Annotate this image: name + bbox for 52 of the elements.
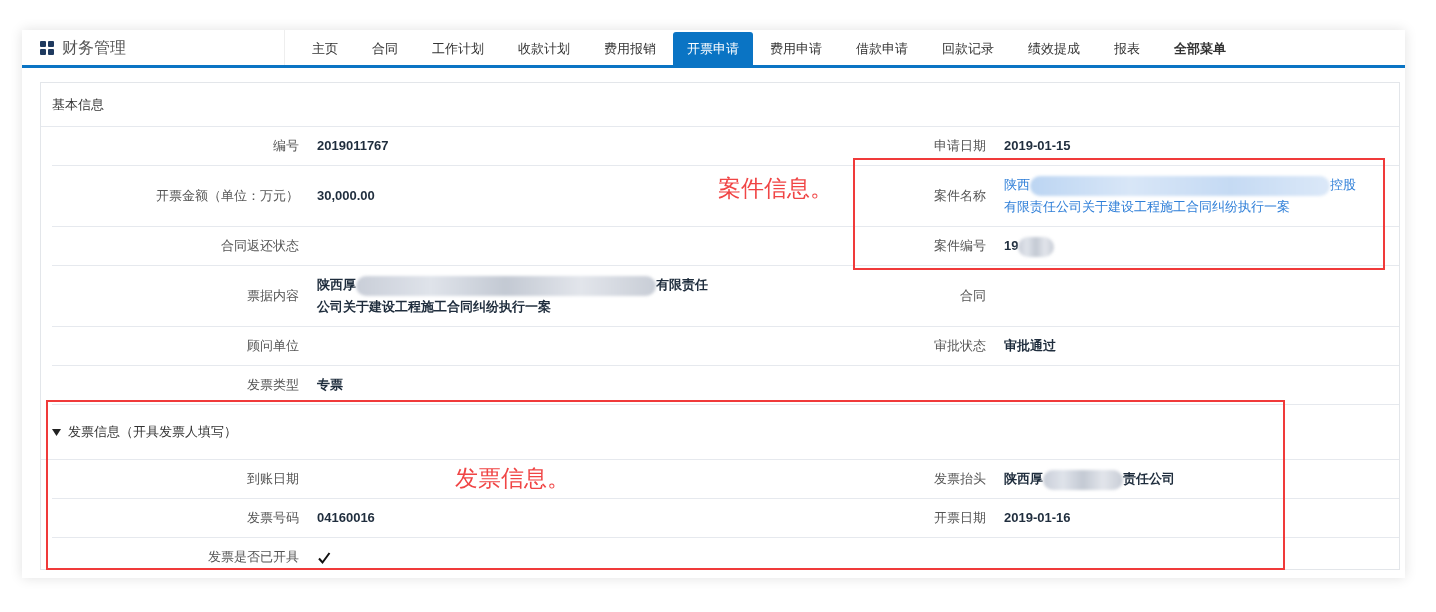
- field-label: 合同返还状态: [221, 238, 299, 254]
- field-label: 案件编号: [934, 238, 986, 254]
- field-value: 04160016: [317, 510, 375, 525]
- case-link[interactable]: 有限责任公司关于建设工程施工合同纠纷执行一案: [1004, 199, 1290, 214]
- nav-tab[interactable]: 费用报销: [587, 32, 673, 65]
- nav-tab[interactable]: 回款记录: [925, 32, 1011, 65]
- section-title: 基本信息: [52, 95, 104, 114]
- field-value: 2019011767: [317, 138, 389, 153]
- case-link[interactable]: 控股: [1330, 177, 1356, 192]
- field-label: 票据内容: [247, 288, 299, 304]
- field-label: 发票号码: [247, 510, 299, 526]
- case-link[interactable]: 陕西: [1004, 177, 1030, 192]
- menu-button[interactable]: 全部菜单: [1157, 32, 1243, 65]
- field-label: 顾问单位: [247, 338, 299, 354]
- field-value: 陕西厚: [317, 277, 356, 292]
- field-value: 30,000.00: [317, 188, 375, 203]
- nav-tab[interactable]: 工作计划: [415, 32, 501, 65]
- nav-tab[interactable]: 主页: [295, 32, 355, 65]
- field-value: 专票: [317, 377, 343, 392]
- field-value: 陕西厚: [1004, 471, 1043, 486]
- nav-tab[interactable]: 收款计划: [501, 32, 587, 65]
- field-label: 申请日期: [934, 138, 986, 154]
- field-value: 19: [1004, 238, 1019, 253]
- field-label: 开票日期: [934, 510, 986, 526]
- annotation-label: 发票信息。: [455, 465, 570, 493]
- field-value: 2019-01-16: [1004, 510, 1071, 525]
- field-value: 责任公司: [1123, 471, 1175, 486]
- field-label: 案件名称: [934, 188, 986, 204]
- field-value: 审批通过: [1004, 338, 1056, 353]
- annotation-label: 案件信息。: [718, 175, 833, 203]
- nav-tab[interactable]: 绩效提成: [1011, 32, 1097, 65]
- nav-tab[interactable]: 开票申请: [673, 32, 753, 65]
- section-toggle[interactable]: 发票信息（开具发票人填写）: [52, 422, 237, 442]
- blur-patch: [1018, 236, 1055, 257]
- app-title: 财务管理: [62, 37, 126, 58]
- field-label: 发票是否已开具: [208, 549, 299, 565]
- field-label: 开票金额（单位：万元）: [156, 188, 299, 204]
- field-label: 到账日期: [247, 471, 299, 487]
- field-value: 有限责任: [656, 277, 708, 292]
- field-label: 合同: [960, 288, 986, 304]
- field-label: 审批状态: [934, 338, 986, 354]
- nav-tab[interactable]: 报表: [1097, 32, 1157, 65]
- caret-icon: [52, 427, 61, 437]
- nav-tab[interactable]: 合同: [355, 32, 415, 65]
- field-value: 2019-01-15: [1004, 138, 1071, 153]
- field-label: 发票类型: [247, 377, 299, 393]
- grid-icon: [40, 40, 54, 55]
- field-label: 编号: [273, 138, 299, 154]
- nav-tab[interactable]: 费用申请: [753, 32, 839, 65]
- field-label: 发票抬头: [934, 471, 986, 487]
- nav-tab[interactable]: 借款申请: [839, 32, 925, 65]
- field-value: 公司关于建设工程施工合同纠纷执行一案: [317, 299, 551, 314]
